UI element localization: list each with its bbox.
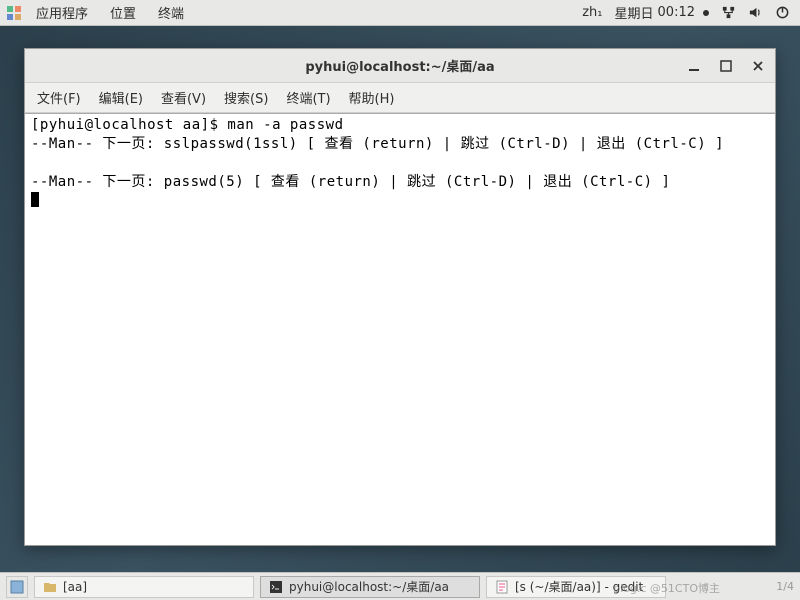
show-desktop-button[interactable] [6,576,28,598]
panel-menu-applications[interactable]: 应用程序 [26,0,98,26]
clock-time: 00:12 [658,5,695,20]
folder-icon [43,580,57,594]
panel-menu-terminal[interactable]: 终端 [148,0,194,26]
task-label-3: [s (~/桌面/aa)] - gedit [515,578,643,595]
terminal-line-4: --Man-- 下一页: passwd(5) [ 查看 (return) | 跳… [31,174,670,190]
terminal-line-1: [pyhui@localhost aa]$ man -a passwd [31,117,344,133]
task-label-1: [aa] [63,580,87,594]
gedit-icon [495,580,509,594]
system-tray: zh₁ 星期日 00:12 [582,3,790,22]
terminal-window: pyhui@localhost:~/桌面/aa 文件(F) 编辑(E) 查看(V… [24,48,776,546]
input-method-indicator[interactable]: zh₁ [582,5,602,20]
menu-view[interactable]: 查看(V) [153,83,214,112]
menu-search[interactable]: 搜索(S) [216,83,276,112]
clock-day: 星期日 [615,3,654,22]
volume-icon[interactable] [748,5,763,20]
taskbar-item-aa[interactable]: [aa] [34,576,254,598]
close-button[interactable] [749,57,767,75]
power-icon[interactable] [775,5,790,20]
panel-menu-places[interactable]: 位置 [100,0,146,26]
bottom-panel: [aa] pyhui@localhost:~/桌面/aa [s (~/桌面/aa… [0,572,800,600]
clock-dot-icon [703,10,709,16]
top-panel: 应用程序 位置 终端 zh₁ 星期日 00:12 [0,0,800,26]
workspace-indicator[interactable]: 1/4 [776,580,794,593]
maximize-button[interactable] [717,57,735,75]
terminal-cursor [31,192,39,207]
menu-terminal[interactable]: 终端(T) [278,83,338,112]
taskbar-item-gedit[interactable]: [s (~/桌面/aa)] - gedit [486,576,666,598]
minimize-button[interactable] [685,57,703,75]
menu-edit[interactable]: 编辑(E) [91,83,151,112]
menu-file[interactable]: 文件(F) [29,83,89,112]
apps-icon [6,5,22,21]
taskbar-item-terminal[interactable]: pyhui@localhost:~/桌面/aa [260,576,480,598]
task-label-2: pyhui@localhost:~/桌面/aa [289,578,449,595]
clock[interactable]: 星期日 00:12 [615,3,709,22]
terminal-icon [269,580,283,594]
window-title: pyhui@localhost:~/桌面/aa [305,56,494,75]
network-icon[interactable] [721,5,736,20]
terminal-body[interactable]: [pyhui@localhost aa]$ man -a passwd --Ma… [25,113,775,545]
menu-help[interactable]: 帮助(H) [341,83,403,112]
menubar: 文件(F) 编辑(E) 查看(V) 搜索(S) 终端(T) 帮助(H) [25,83,775,113]
titlebar[interactable]: pyhui@localhost:~/桌面/aa [25,49,775,83]
terminal-line-2: --Man-- 下一页: sslpasswd(1ssl) [ 查看 (retur… [31,136,724,152]
